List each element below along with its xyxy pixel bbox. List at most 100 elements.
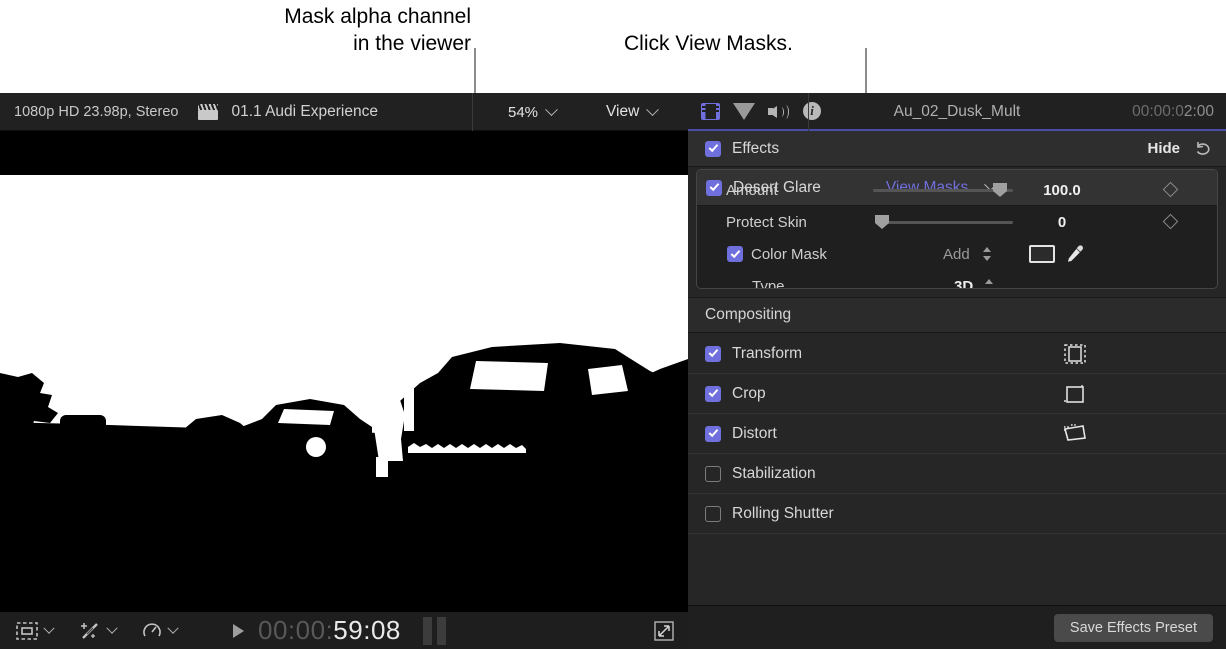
compositing-section-header: Compositing <box>688 297 1226 333</box>
pause-bars-icon[interactable] <box>422 616 446 645</box>
zoom-level-value: 54% <box>508 103 539 121</box>
chevron-down-icon <box>106 622 118 634</box>
timecode-dim-part: 00:00: <box>258 615 334 645</box>
alpha-car-foreground-body <box>400 405 688 463</box>
inspector-timecode: 00:00:0 2:00 <box>1132 93 1214 131</box>
crop-label: Crop <box>732 384 766 402</box>
parameter-row-amount: Amount 100.0 <box>697 174 1217 206</box>
alpha-person-leg <box>376 457 388 477</box>
header-divider <box>808 93 809 131</box>
viewer-bottom-toolbar: 00:00:59:08 <box>0 612 688 649</box>
info-icon[interactable]: i <box>803 102 821 120</box>
row-rolling-shutter[interactable]: Rolling Shutter <box>688 494 1226 534</box>
alpha-car-pillar <box>556 357 566 397</box>
alpha-car-mid-window <box>278 409 334 425</box>
retime-button[interactable] <box>142 621 179 641</box>
color-swatch-icon[interactable] <box>1029 245 1055 263</box>
save-effects-preset-button[interactable]: Save Effects Preset <box>1053 613 1213 642</box>
timecode-lit-part: 59:08 <box>333 615 401 645</box>
distort-icon[interactable] <box>1062 423 1088 445</box>
viewer-clip-name: 01.1 Audi Experience <box>231 102 378 120</box>
transform-checkbox[interactable] <box>705 345 721 362</box>
enhance-wand-icon <box>81 622 98 639</box>
frame-viewer-icon <box>16 621 38 640</box>
chevron-down-icon <box>43 622 55 634</box>
inspector-footer: Save Effects Preset <box>688 605 1226 649</box>
rolling-shutter-label: Rolling Shutter <box>732 504 834 522</box>
color-mask-mode-value[interactable]: Add <box>943 246 970 263</box>
parameter-row-type: Type 3D <box>697 270 1217 289</box>
viewer-format-info: 1080p HD 23.98p, Stereo <box>14 103 179 120</box>
distort-checkbox[interactable] <box>705 425 721 442</box>
type-label: Type <box>752 277 785 289</box>
color-mask-label: Color Mask <box>751 245 827 263</box>
view-menu-button[interactable]: View <box>606 93 660 131</box>
transform-icon[interactable] <box>1062 343 1088 365</box>
effects-section-header[interactable]: Effects Hide <box>688 131 1226 167</box>
stabilization-label: Stabilization <box>732 464 816 482</box>
play-icon[interactable] <box>233 623 244 638</box>
toolbar-divider <box>472 93 473 131</box>
effect-desert-glare-panel: Desert Glare View Masks Amount 100.0 Pro… <box>696 169 1218 289</box>
speaker-icon[interactable] <box>768 103 790 120</box>
zoom-level-popup[interactable]: 54% <box>508 93 558 131</box>
alpha-car-mid-highlight <box>306 437 326 457</box>
mask-alpha-channel-image <box>0 175 688 562</box>
inspector-timecode-dim: 00:00:0 <box>1132 103 1184 120</box>
speed-gauge-icon <box>143 622 161 636</box>
film-strip-icon[interactable] <box>701 102 720 120</box>
protect-skin-keyframe-button[interactable] <box>1162 213 1179 230</box>
amount-keyframe-button[interactable] <box>1162 181 1179 198</box>
color-triangle-icon[interactable] <box>733 102 755 120</box>
alpha-car-window-right <box>588 365 628 395</box>
color-mask-mode-stepper[interactable] <box>983 247 992 261</box>
protect-skin-slider-handle[interactable] <box>875 215 889 229</box>
compositing-label: Compositing <box>705 306 792 323</box>
type-stepper[interactable] <box>985 279 994 288</box>
protect-skin-slider-track[interactable] <box>879 220 1013 224</box>
row-transform[interactable]: Transform <box>688 334 1226 374</box>
callout-click-view-masks: Click View Masks. <box>624 32 793 55</box>
row-distort[interactable]: Distort <box>688 414 1226 454</box>
inspector-timecode-lit: 2:00 <box>1183 103 1214 120</box>
color-mask-checkbox[interactable] <box>727 246 743 262</box>
row-stabilization[interactable]: Stabilization <box>688 454 1226 494</box>
alpha-door-edge <box>404 355 414 431</box>
type-value[interactable]: 3D <box>954 278 973 289</box>
reset-arrow-icon[interactable] <box>1194 141 1212 157</box>
rolling-shutter-checkbox[interactable] <box>705 505 721 522</box>
frame-viewer-button[interactable] <box>16 621 55 640</box>
stabilization-checkbox[interactable] <box>705 465 721 482</box>
alpha-car-window-left <box>470 361 548 391</box>
protect-skin-label: Protect Skin <box>726 213 807 231</box>
viewer-timecode[interactable]: 00:00:59:08 <box>258 615 401 646</box>
chevron-down-icon <box>646 102 660 116</box>
viewer-canvas[interactable] <box>0 131 688 613</box>
row-crop[interactable]: Crop <box>688 374 1226 414</box>
application-window: 1080p HD 23.98p, Stereo 01.1 Audi Experi… <box>0 93 1226 649</box>
distort-label: Distort <box>732 424 777 442</box>
crop-checkbox[interactable] <box>705 385 721 402</box>
crop-icon[interactable] <box>1062 383 1088 405</box>
view-menu-label: View <box>606 103 640 120</box>
amount-slider-handle[interactable] <box>993 183 1007 197</box>
amount-slider-track[interactable] <box>873 188 1013 192</box>
callout-mask-alpha: Mask alpha channel in the viewer <box>284 5 471 55</box>
inspector-header: i Au_02_Dusk_Mult 00:00:0 2:00 <box>688 93 1226 131</box>
protect-skin-value[interactable]: 0 <box>1019 214 1105 231</box>
enhance-button[interactable] <box>79 621 118 641</box>
amount-value[interactable]: 100.0 <box>1019 182 1105 199</box>
effects-enable-checkbox[interactable] <box>705 140 721 157</box>
viewer-top-toolbar: 1080p HD 23.98p, Stereo 01.1 Audi Experi… <box>0 93 688 131</box>
expand-arrows-icon[interactable] <box>654 620 674 641</box>
parameter-row-color-mask: Color Mask Add <box>697 238 1217 270</box>
viewer-pane: 1080p HD 23.98p, Stereo 01.1 Audi Experi… <box>0 93 688 649</box>
chevron-down-icon <box>545 102 558 116</box>
alpha-tree-trunk <box>10 423 22 441</box>
effects-hide-button[interactable]: Hide <box>1147 140 1180 157</box>
eyedropper-icon[interactable] <box>1065 244 1085 264</box>
effects-section-label: Effects <box>732 139 780 157</box>
parameter-row-protect-skin: Protect Skin 0 <box>697 206 1217 238</box>
screenshot-root: Mask alpha channel in the viewer Click V… <box>0 0 1226 649</box>
amount-label: Amount <box>726 181 778 199</box>
